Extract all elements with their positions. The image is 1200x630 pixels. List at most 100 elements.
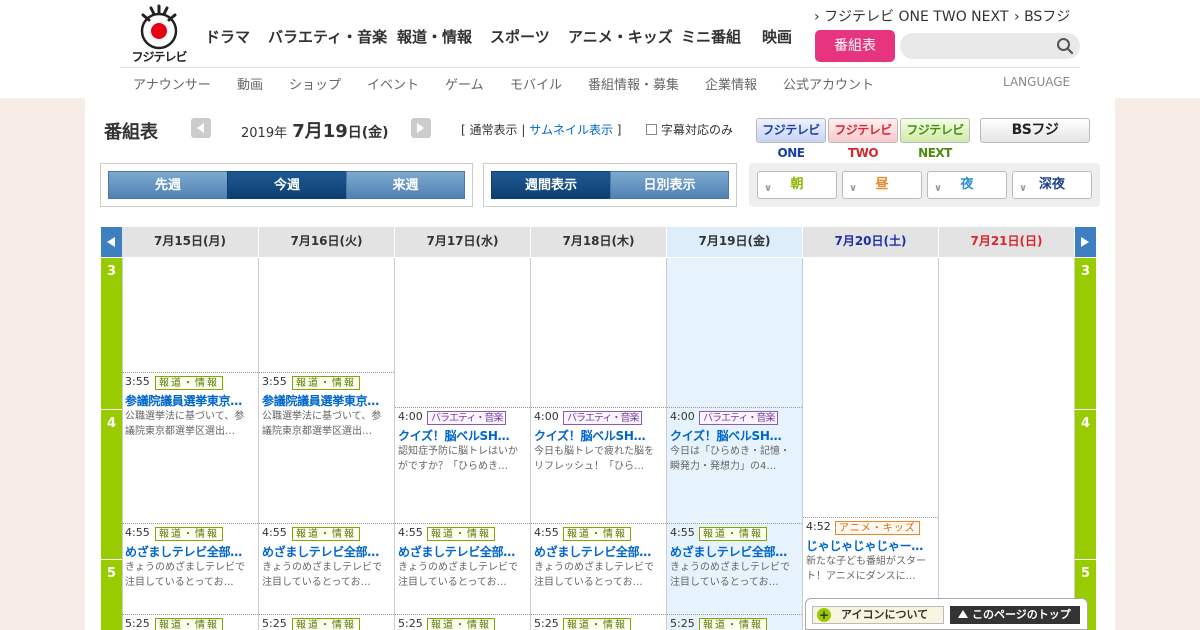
- program-title[interactable]: めざましテレビ全部…: [398, 543, 528, 560]
- time-band-morning-label: 朝: [790, 177, 804, 192]
- program-time: 4:55: [398, 526, 423, 539]
- nav-sports[interactable]: スポーツ: [490, 26, 550, 47]
- nav-drama[interactable]: ドラマ: [205, 26, 250, 47]
- channel-bsfuji-button[interactable]: BSフジ: [980, 118, 1090, 143]
- nav-mini-programs[interactable]: ミニ番組: [681, 26, 741, 47]
- program-desc: 新たな子ども番組がスタート！アニメにダンスに…: [806, 556, 926, 582]
- program-senkyo-tue[interactable]: 3:55 報道・情報 参議院議員選挙東京… 公職選挙法に基づいて、参議院東京都選…: [259, 372, 394, 523]
- prev-day-button[interactable]: [191, 118, 211, 138]
- search-input[interactable]: [900, 33, 1080, 59]
- program-title[interactable]: めざましテレビ全部…: [534, 543, 664, 560]
- nav-anime-kids[interactable]: アニメ・キッズ: [568, 26, 673, 47]
- daily-view-button[interactable]: 日別表示: [610, 171, 729, 199]
- subnav-corporate[interactable]: 企業情報: [705, 74, 757, 93]
- program-divider: [531, 407, 666, 408]
- program-desc: きょうのめざましテレビで注目しているとってお…: [398, 562, 518, 588]
- weekly-view-button[interactable]: 週間表示: [491, 171, 611, 199]
- grid-prev-week-arrow[interactable]: [101, 227, 122, 257]
- program-title[interactable]: クイズ！脳ベルSH…: [670, 427, 800, 444]
- language-link[interactable]: LANGUAGE: [1003, 75, 1070, 89]
- page-top-button[interactable]: このページのトップ: [950, 606, 1080, 624]
- program-senkyo-mon[interactable]: 3:55 報道・情報 参議院議員選挙東京… 公職選挙法に基づいて、参議院東京都選…: [122, 372, 258, 523]
- genre-badge-variety: バラエティ・音楽: [427, 411, 507, 425]
- next-week-button[interactable]: 来週: [346, 171, 465, 199]
- fujitv-eye-mark-icon: [140, 4, 178, 50]
- time-band-latenight[interactable]: ∨ 深夜: [1012, 171, 1092, 199]
- program-time: 4:00: [398, 410, 423, 423]
- time-band-noon[interactable]: ∨ 昼: [842, 171, 922, 199]
- caption-filter[interactable]: 字幕対応のみ: [646, 121, 733, 138]
- program-title[interactable]: めざましテレビ全部…: [125, 543, 256, 560]
- next-day-button[interactable]: [411, 118, 431, 138]
- program-divider: [395, 407, 530, 408]
- arrow-left-icon: [107, 237, 115, 247]
- program-divider: [395, 523, 530, 524]
- program-next-thu[interactable]: 5:25 報道・情報: [531, 614, 666, 630]
- channel-two-button[interactable]: フジテレビ TWO: [828, 118, 898, 160]
- genre-badge-news: 報道・情報: [292, 527, 360, 541]
- page-top-label: このページのトップ: [972, 608, 1071, 621]
- subnav-official-accounts[interactable]: 公式アカウント: [783, 74, 874, 93]
- program-title[interactable]: クイズ！脳ベルSH…: [534, 427, 664, 444]
- program-mezamashi-mon[interactable]: 4:55 報道・情報 めざましテレビ全部… きょうのめざましテレビで注目している…: [122, 523, 258, 614]
- search-icon[interactable]: [1056, 37, 1074, 55]
- prev-week-button[interactable]: 先週: [108, 171, 228, 199]
- channel-next-button[interactable]: フジテレビ NEXT: [900, 118, 970, 160]
- this-week-button[interactable]: 今週: [227, 171, 347, 199]
- program-title[interactable]: めざましテレビ全部…: [670, 543, 800, 560]
- chevron-down-icon: ∨: [764, 183, 773, 194]
- channel-one-button[interactable]: フジテレビ ONE: [756, 118, 826, 160]
- subnav-program-info[interactable]: 番組情報・募集: [588, 74, 679, 93]
- program-title[interactable]: じゃじゃじゃじゃー…: [806, 537, 936, 554]
- genre-badge-news: 報道・情報: [563, 618, 631, 630]
- program-title[interactable]: めざましテレビ全部…: [262, 543, 392, 560]
- program-divider: [259, 523, 394, 524]
- fujitv-logo[interactable]: フジテレビ: [129, 4, 189, 64]
- caption-checkbox[interactable]: [646, 124, 657, 135]
- nav-variety-music[interactable]: バラエティ・音楽: [268, 26, 387, 47]
- day-header-thu: 7月18日(木): [531, 227, 667, 257]
- day-header-mon: 7月15日(月): [122, 227, 259, 257]
- link-onetwonext[interactable]: › フジテレビ ONE TWO NEXT: [814, 6, 1008, 26]
- schedule-button[interactable]: 番組表: [815, 30, 895, 62]
- program-jaja-sat[interactable]: 4:52 アニメ・キッズ じゃじゃじゃじゃー… 新たな子ども番組がスタート！アニ…: [803, 517, 938, 598]
- view-thumbnail-link[interactable]: サムネイル表示: [529, 123, 613, 137]
- program-quiz-fri[interactable]: 4:00 バラエティ・音楽 クイズ！脳ベルSH… 今日は「ひらめき・記憶・瞬発力…: [667, 407, 802, 523]
- icon-help-label: アイコンについて: [841, 608, 929, 621]
- subnav-mobile[interactable]: モバイル: [510, 74, 562, 93]
- program-title[interactable]: 参議院議員選挙東京…: [125, 392, 256, 409]
- subnav-video[interactable]: 動画: [237, 74, 263, 93]
- view-bracket-open: [: [461, 123, 470, 137]
- time-band-night-label: 夜: [960, 177, 974, 192]
- chevron-down-icon: ∨: [934, 183, 943, 194]
- program-mezamashi-fri[interactable]: 4:55 報道・情報 めざましテレビ全部… きょうのめざましテレビで注目している…: [667, 523, 802, 614]
- subnav-announcer[interactable]: アナウンサー: [133, 74, 211, 93]
- program-next-fri[interactable]: 5:25 報道・情報: [667, 614, 802, 630]
- program-next-wed[interactable]: 5:25 報道・情報: [395, 614, 530, 630]
- nav-news-info[interactable]: 報道・情報: [397, 26, 472, 47]
- subnav-game[interactable]: ゲーム: [445, 74, 484, 93]
- program-time: 4:00: [670, 410, 695, 423]
- time-band-morning[interactable]: ∨ 朝: [757, 171, 837, 199]
- subnav-event[interactable]: イベント: [367, 74, 419, 93]
- program-time: 5:25: [534, 617, 559, 630]
- program-next-tue[interactable]: 5:25 報道・情報: [259, 614, 394, 630]
- program-mezamashi-thu[interactable]: 4:55 報道・情報 めざましテレビ全部… きょうのめざましテレビで注目している…: [531, 523, 666, 614]
- icon-help-button[interactable]: + アイコンについて: [812, 606, 944, 624]
- nav-movies[interactable]: 映画: [762, 26, 792, 47]
- chevron-down-icon: ∨: [1019, 183, 1028, 194]
- caption-label: 字幕対応のみ: [661, 123, 734, 137]
- program-title[interactable]: クイズ！脳ベルSH…: [398, 427, 528, 444]
- program-time: 4:55: [534, 526, 559, 539]
- grid-next-week-arrow[interactable]: [1075, 227, 1096, 257]
- program-title[interactable]: 参議院議員選挙東京…: [262, 392, 392, 409]
- link-bsfuji[interactable]: › BSフジ: [1014, 6, 1070, 26]
- program-next-mon[interactable]: 5:25 報道・情報: [122, 614, 258, 630]
- program-quiz-thu[interactable]: 4:00 バラエティ・音楽 クイズ！脳ベルSH… 今日も脳トレで疲れた脳をリフレ…: [531, 407, 666, 523]
- program-mezamashi-wed[interactable]: 4:55 報道・情報 めざましテレビ全部… きょうのめざましテレビで注目している…: [395, 523, 530, 614]
- program-time: 4:52: [806, 520, 831, 533]
- subnav-shop[interactable]: ショップ: [289, 74, 341, 93]
- program-mezamashi-tue[interactable]: 4:55 報道・情報 めざましテレビ全部… きょうのめざましテレビで注目している…: [259, 523, 394, 614]
- time-band-night[interactable]: ∨ 夜: [927, 171, 1007, 199]
- program-quiz-wed[interactable]: 4:00 バラエティ・音楽 クイズ！脳ベルSH… 認知症予防に脳トレはいかがです…: [395, 407, 530, 523]
